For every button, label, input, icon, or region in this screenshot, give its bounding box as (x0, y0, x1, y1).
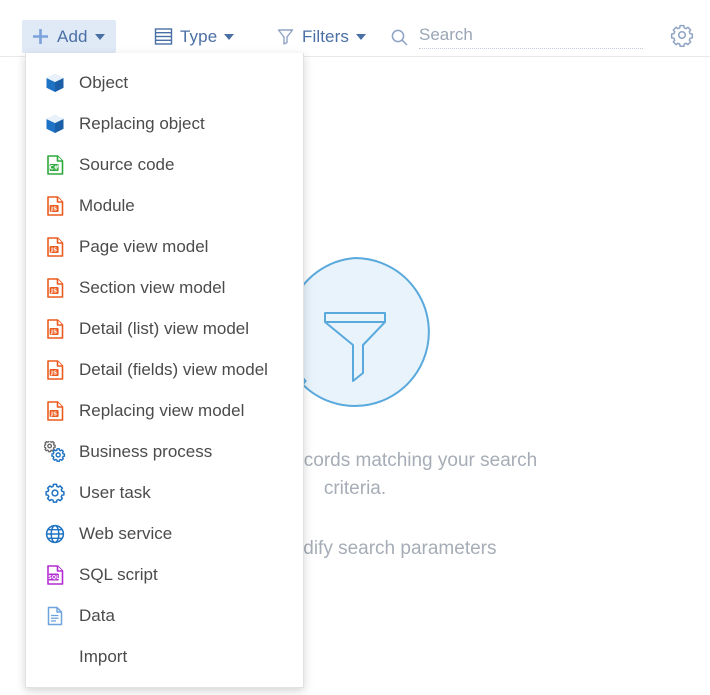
menu-item-module[interactable]: Module (26, 185, 303, 226)
menu-item-business-process[interactable]: Business process (26, 431, 303, 472)
application-root: There are no records matching your searc… (0, 0, 710, 695)
menu-item-section-view-model[interactable]: Section view model (26, 267, 303, 308)
menu-item-source-code[interactable]: Source code (26, 144, 303, 185)
funnel-icon (276, 27, 295, 46)
js-file-icon (44, 400, 66, 422)
js-file-icon (44, 195, 66, 217)
type-button-label: Type (180, 26, 218, 46)
document-icon (44, 605, 66, 627)
menu-item-page-view-model[interactable]: Page view model (26, 226, 303, 267)
menu-item-web-service[interactable]: Web service (26, 513, 303, 554)
filters-button[interactable]: Filters (266, 20, 376, 53)
menu-item-label: Source code (79, 154, 175, 174)
rows-icon (154, 27, 173, 46)
menu-item-detail-fields-view-model[interactable]: Detail (fields) view model (26, 349, 303, 390)
chevron-down-icon (355, 33, 366, 40)
gear-icon (44, 482, 66, 504)
menu-item-import[interactable]: Import (26, 636, 303, 677)
menu-item-label: Import (79, 646, 128, 666)
menu-item-object[interactable]: Object (26, 62, 303, 103)
menu-item-label: Module (79, 195, 135, 215)
menu-item-label: Data (79, 605, 115, 625)
double-gear-icon (44, 441, 66, 463)
search-box[interactable] (390, 22, 650, 52)
menu-item-label: Replacing object (79, 113, 205, 133)
menu-item-label: SQL script (79, 564, 158, 584)
cube-icon (44, 113, 66, 135)
csharp-file-icon (44, 154, 66, 176)
globe-icon (44, 523, 66, 545)
menu-item-label: Object (79, 72, 129, 92)
add-button[interactable]: Add (22, 20, 116, 53)
chevron-down-icon (224, 33, 235, 40)
menu-item-label: Detail (fields) view model (79, 359, 268, 379)
type-button[interactable]: Type (144, 20, 244, 53)
add-button-label: Add (57, 26, 88, 46)
toolbar: Add Type Filters (0, 0, 710, 57)
sql-file-icon (44, 564, 66, 586)
cube-icon (44, 72, 66, 94)
js-file-icon (44, 318, 66, 340)
js-file-icon (44, 236, 66, 258)
search-input[interactable] (419, 25, 643, 49)
menu-item-label: Page view model (79, 236, 209, 256)
add-dropdown-menu: Object Replacing object Source code Module P… (25, 53, 304, 688)
menu-item-data[interactable]: Data (26, 595, 303, 636)
js-file-icon (44, 277, 66, 299)
menu-item-label: Replacing view model (79, 400, 245, 420)
menu-item-label: Web service (79, 523, 173, 543)
search-icon (390, 28, 409, 47)
chevron-down-icon (94, 33, 105, 40)
menu-item-user-task[interactable]: User task (26, 472, 303, 513)
menu-item-label: User task (79, 482, 151, 502)
menu-item-label: Detail (list) view model (79, 318, 250, 338)
js-file-icon (44, 359, 66, 381)
gear-icon (670, 23, 694, 52)
menu-item-label: Business process (79, 441, 213, 461)
settings-button[interactable] (668, 23, 696, 51)
filters-button-label: Filters (302, 26, 349, 46)
plus-icon (31, 27, 50, 46)
menu-item-replacing-object[interactable]: Replacing object (26, 103, 303, 144)
menu-item-replacing-view-model[interactable]: Replacing view model (26, 390, 303, 431)
menu-item-label: Section view model (79, 277, 226, 297)
menu-item-sql-script[interactable]: SQL script (26, 554, 303, 595)
menu-item-detail-list-view-model[interactable]: Detail (list) view model (26, 308, 303, 349)
